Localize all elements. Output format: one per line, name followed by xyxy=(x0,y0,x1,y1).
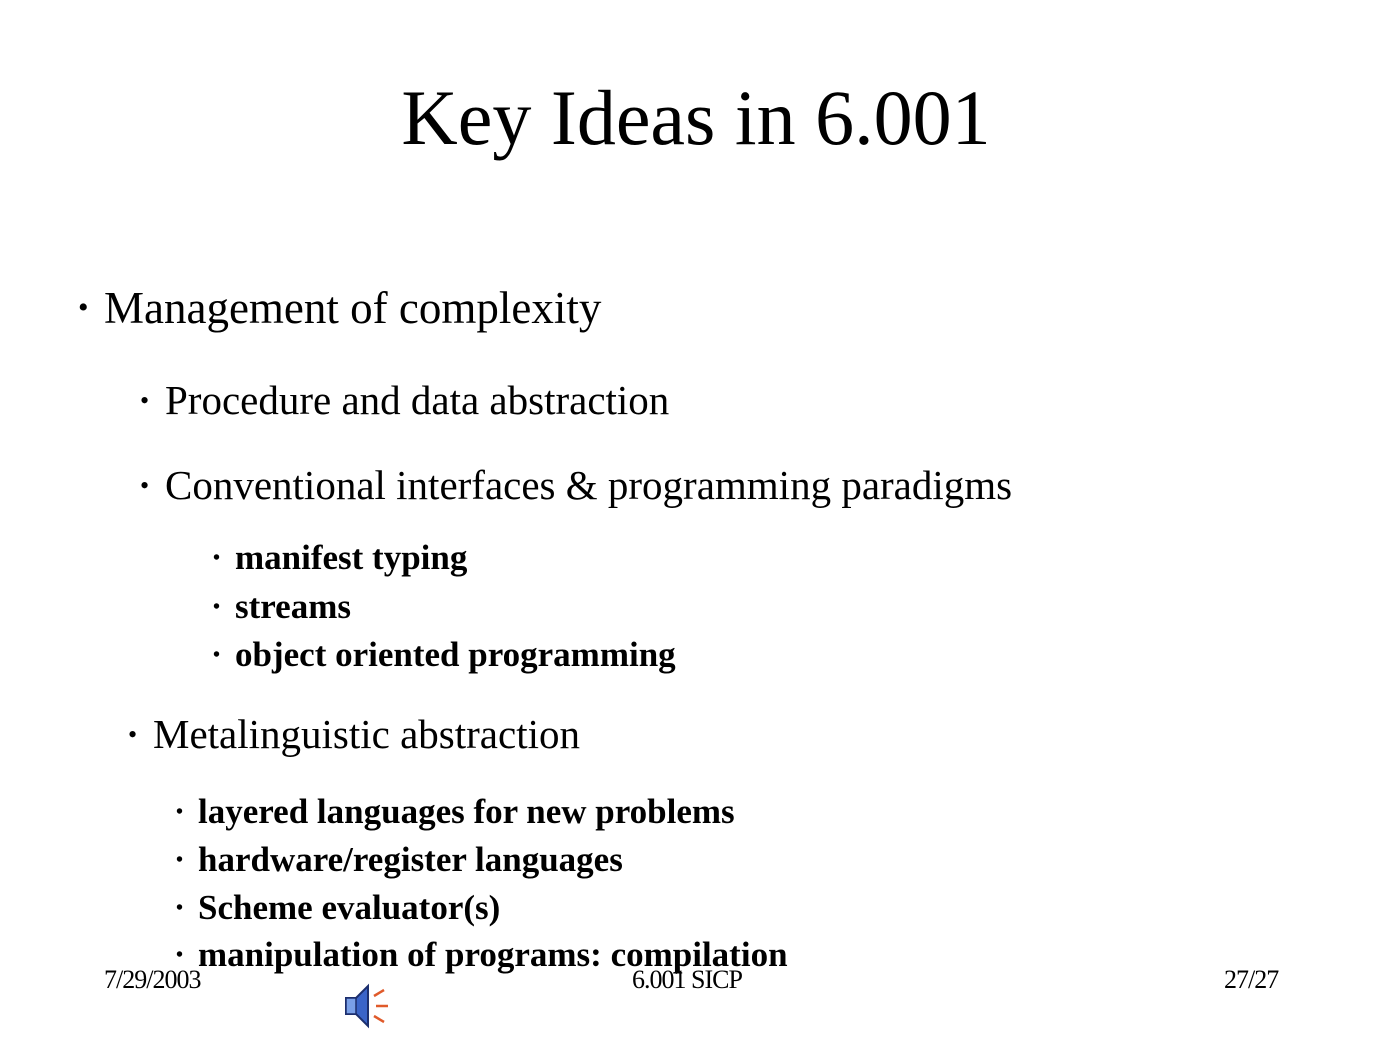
bullet-text: object oriented programming xyxy=(235,635,676,674)
bullet-text: streams xyxy=(235,587,351,626)
bullet-level2-metalinguistic: • Metalinguistic abstraction xyxy=(128,710,580,759)
footer-date: 7/29/2003 xyxy=(104,965,201,994)
bullet-text: manifest typing xyxy=(235,538,468,577)
bullet-glyph: • xyxy=(213,596,221,618)
bullet-glyph: • xyxy=(176,849,184,871)
bullet-level3-scheme: • Scheme evaluator(s) xyxy=(176,887,500,929)
bullet-glyph: • xyxy=(176,801,184,823)
footer-page-number: 27/27 xyxy=(1224,965,1279,994)
bullet-glyph: • xyxy=(176,897,184,919)
bullet-text: Management of complexity xyxy=(104,283,602,333)
bullet-level2-conventional: • Conventional interfaces & programming p… xyxy=(140,461,1012,510)
bullet-glyph: • xyxy=(140,386,150,415)
bullet-level2-procedure: • Procedure and data abstraction xyxy=(140,376,669,425)
slide: Key Ideas in 6.001 • Management of comple… xyxy=(0,0,1392,1046)
footer-course: 6.001 SICP xyxy=(632,965,743,994)
bullet-level3-oop: • object oriented programming xyxy=(213,634,676,676)
bullet-level3-manifest: • manifest typing xyxy=(213,537,467,579)
bullet-level1-management: • Management of complexity xyxy=(78,282,601,334)
bullet-level3-hardware: • hardware/register languages xyxy=(176,839,623,881)
bullet-level3-layered: • layered languages for new problems xyxy=(176,791,735,833)
speaker-icon[interactable] xyxy=(338,978,394,1034)
bullet-glyph: • xyxy=(140,471,150,500)
bullet-glyph: • xyxy=(128,720,138,749)
bullet-text: layered languages for new problems xyxy=(198,792,735,831)
bullet-glyph: • xyxy=(78,291,89,324)
bullet-text: hardware/register languages xyxy=(198,840,623,879)
slide-title: Key Ideas in 6.001 xyxy=(401,74,991,161)
bullet-glyph: • xyxy=(213,547,221,569)
bullet-text: Scheme evaluator(s) xyxy=(198,888,501,927)
bullet-text: Conventional interfaces & programming pa… xyxy=(165,462,1013,508)
bullet-text: Metalinguistic abstraction xyxy=(153,711,580,757)
bullet-glyph: • xyxy=(213,644,221,666)
bullet-level3-streams: • streams xyxy=(213,586,351,628)
bullet-text: Procedure and data abstraction xyxy=(165,377,670,423)
